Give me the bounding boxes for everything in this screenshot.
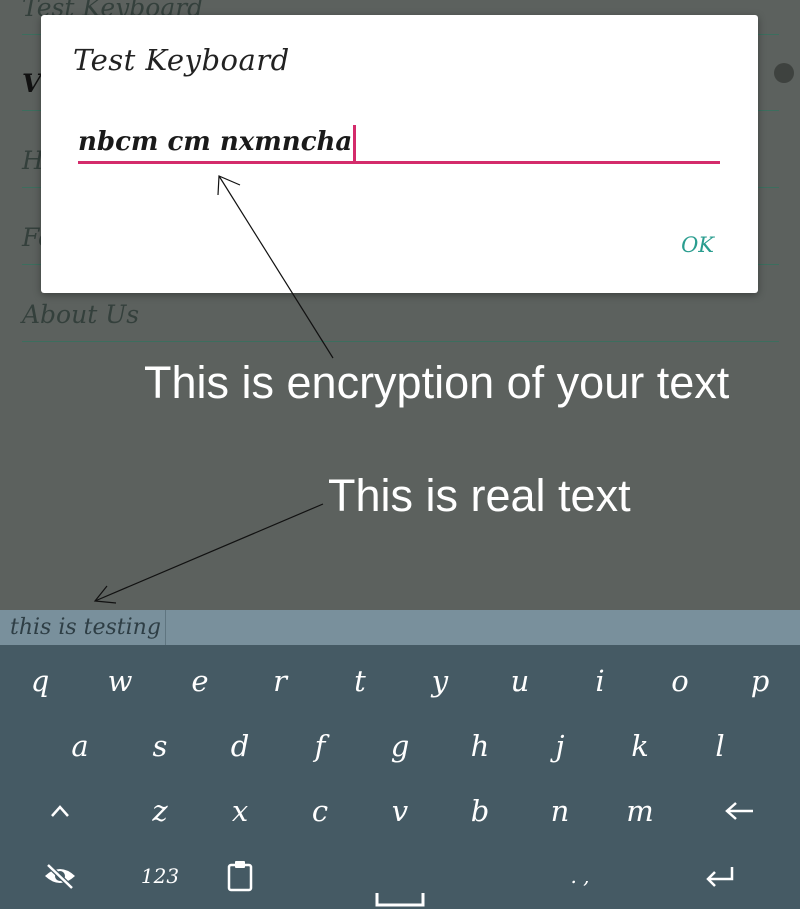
shift-icon <box>51 805 69 817</box>
key-c[interactable]: c <box>280 778 360 844</box>
key-h[interactable]: h <box>440 713 520 779</box>
encryption-annotation: This is encryption of your text <box>144 357 730 408</box>
numbers-key[interactable]: 123 <box>120 843 200 909</box>
ok-button[interactable]: OK <box>681 233 714 257</box>
key-t[interactable]: t <box>320 648 400 714</box>
keyboard: q w e r t y u i o p a s d f g h j k l z … <box>0 645 800 909</box>
space-key[interactable] <box>280 843 520 909</box>
key-q[interactable]: q <box>0 648 80 714</box>
key-k[interactable]: k <box>600 713 680 779</box>
key-v[interactable]: v <box>360 778 440 844</box>
key-w[interactable]: w <box>80 648 160 714</box>
key-x[interactable]: x <box>200 778 280 844</box>
spacebar-icon <box>375 893 425 907</box>
key-o[interactable]: o <box>640 648 720 714</box>
toggle-switch[interactable] <box>774 63 794 83</box>
key-z[interactable]: z <box>120 778 200 844</box>
clipboard-key[interactable] <box>200 843 280 909</box>
enter-key[interactable] <box>680 843 760 909</box>
key-a[interactable]: a <box>40 713 120 779</box>
key-l[interactable]: l <box>680 713 760 779</box>
key-s[interactable]: s <box>120 713 200 779</box>
enter-icon <box>706 867 734 887</box>
key-b[interactable]: b <box>440 778 520 844</box>
key-f[interactable]: f <box>280 713 360 779</box>
key-d[interactable]: d <box>200 713 280 779</box>
real-text-annotation: This is real text <box>328 470 631 521</box>
key-p[interactable]: p <box>720 648 800 714</box>
key-n[interactable]: n <box>520 778 600 844</box>
shift-key[interactable] <box>20 778 100 844</box>
dialog-title: Test Keyboard <box>73 43 290 77</box>
input-value: nbcm cm nxmncha <box>78 127 353 157</box>
test-input-field[interactable]: nbcm cm nxmncha <box>78 123 720 164</box>
suggestion-strip: this is testing <box>0 610 800 645</box>
key-i[interactable]: i <box>560 648 640 714</box>
backspace-icon <box>725 802 753 820</box>
key-j[interactable]: j <box>520 713 600 779</box>
key-y[interactable]: y <box>400 648 480 714</box>
key-r[interactable]: r <box>240 648 320 714</box>
suggestion-chip[interactable]: this is testing <box>0 610 166 645</box>
key-u[interactable]: u <box>480 648 560 714</box>
key-m[interactable]: m <box>600 778 680 844</box>
key-e[interactable]: e <box>160 648 240 714</box>
text-caret <box>353 125 357 161</box>
punctuation-key[interactable]: . , <box>540 843 620 909</box>
eye-off-icon <box>45 863 75 890</box>
hide-keyboard-key[interactable] <box>20 843 100 909</box>
backspace-key[interactable] <box>700 778 780 844</box>
settings-item-label: About Us <box>22 300 140 329</box>
key-g[interactable]: g <box>360 713 440 779</box>
test-keyboard-dialog: Test Keyboard nbcm cm nxmncha OK <box>41 15 758 293</box>
clipboard-icon <box>227 861 253 892</box>
